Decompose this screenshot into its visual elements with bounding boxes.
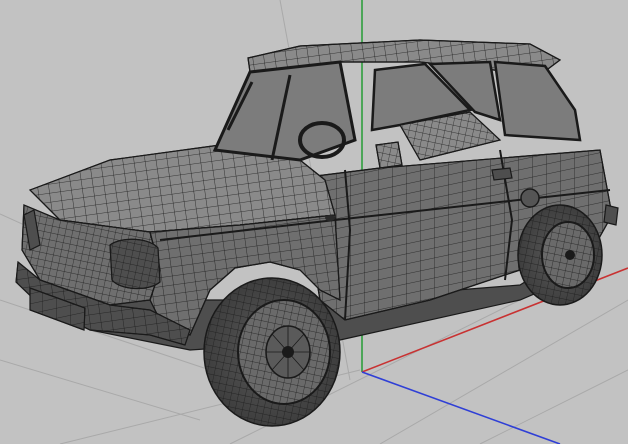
car-model[interactable]	[15, 39, 619, 427]
rear-light	[603, 204, 619, 226]
3d-viewport[interactable]	[0, 0, 628, 444]
door-handle	[491, 167, 513, 181]
rear-quarter-window	[495, 62, 580, 140]
front-wheel	[203, 277, 341, 427]
viewport-canvas[interactable]	[0, 0, 628, 444]
z-axis-line	[361, 371, 561, 444]
rear-wheel	[517, 204, 603, 306]
side-marker-light	[325, 215, 335, 221]
fuel-cap	[520, 188, 540, 208]
